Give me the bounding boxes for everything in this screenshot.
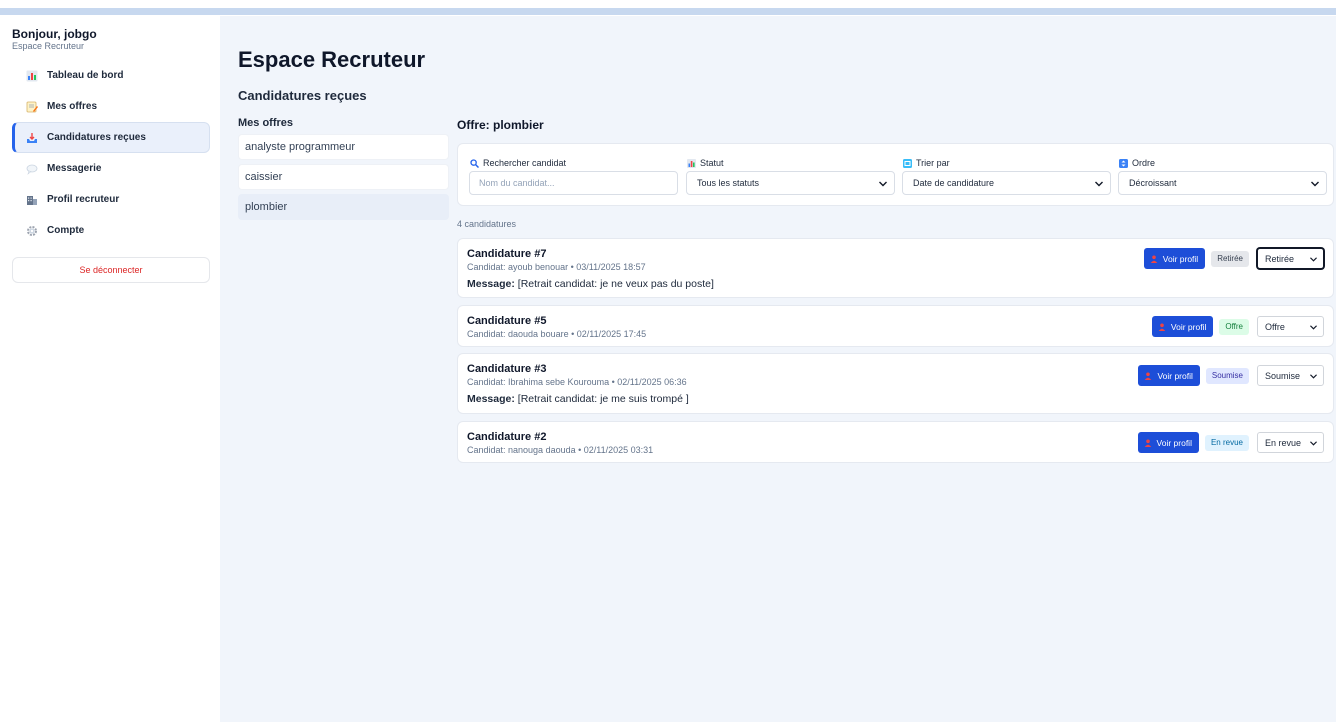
- application-title: Candidature #5: [467, 315, 547, 327]
- application-card: Candidature #7 Candidat: ayoub benouar •…: [457, 238, 1334, 298]
- sidebar-item-offers[interactable]: Mes offres: [12, 91, 210, 122]
- greeting: Bonjour, jobgo: [12, 27, 97, 41]
- application-message: Message: [Retrait candidat: je ne veux p…: [467, 278, 714, 290]
- application-message: Message: [Retrait candidat: je me suis t…: [467, 393, 689, 405]
- chevron-down-icon: [879, 181, 887, 187]
- application-actions: Voir profil Retirée Retirée: [1143, 248, 1324, 269]
- offer-item-plombier[interactable]: plombier: [238, 194, 449, 220]
- view-profile-button[interactable]: Voir profil: [1151, 316, 1214, 337]
- application-card: Candidature #2 Candidat: nanouga daouda …: [457, 421, 1334, 463]
- order-select[interactable]: Décroissant: [1118, 171, 1327, 195]
- status-badge: Soumise: [1205, 367, 1249, 384]
- top-bar: [0, 0, 1336, 16]
- page-title: Espace Recruteur: [238, 47, 426, 72]
- sidebar-item-label: Messagerie: [47, 163, 102, 174]
- sort-icon: [903, 158, 912, 168]
- user-icon: [1145, 372, 1152, 380]
- application-card: Candidature #3 Candidat: Ibrahima sebe K…: [457, 353, 1334, 414]
- greeting-subtitle: Espace Recruteur: [12, 41, 85, 51]
- view-profile-button[interactable]: Voir profil: [1138, 365, 1200, 386]
- application-title: Candidature #7: [467, 248, 547, 260]
- building-icon: [26, 194, 38, 206]
- chevron-down-icon: [1311, 181, 1319, 187]
- status-dropdown[interactable]: Retirée: [1257, 248, 1324, 269]
- sidebar-item-recruiter-profile[interactable]: Profil recruteur: [12, 184, 210, 215]
- sidebar: Bonjour, jobgo Espace Recruteur Tableau …: [0, 16, 220, 722]
- sidebar-nav: Tableau de bord Mes offres Candidatures …: [12, 60, 210, 246]
- order-label: Ordre: [1119, 158, 1155, 168]
- sort-select[interactable]: Date de candidature: [902, 171, 1111, 195]
- gear-icon: [26, 225, 38, 237]
- sidebar-item-label: Tableau de bord: [47, 70, 124, 81]
- bar-chart-icon: [687, 158, 696, 168]
- application-meta: Candidat: daouda bouare • 02/11/2025 17:…: [467, 329, 647, 339]
- user-icon: [1144, 439, 1151, 447]
- status-dropdown[interactable]: En revue: [1257, 432, 1324, 453]
- speech-bubble-icon: [26, 163, 38, 175]
- status-dropdown[interactable]: Offre: [1257, 316, 1324, 337]
- chevron-down-icon: [1310, 257, 1317, 262]
- sort-label: Trier par: [903, 158, 950, 168]
- main-content: Espace Recruteur Candidatures reçues Mes…: [220, 16, 1336, 722]
- sidebar-item-label: Mes offres: [47, 101, 98, 112]
- application-actions: Voir profil Soumise Soumise: [1138, 365, 1324, 386]
- offer-item-analyste-programmeur[interactable]: analyste programmeur: [238, 134, 449, 160]
- filters-panel: Rechercher candidat Statut Tous les stat…: [457, 143, 1334, 206]
- sidebar-item-label: Compte: [47, 225, 85, 236]
- status-select[interactable]: Tous les statuts: [686, 171, 895, 195]
- memo-icon: [26, 101, 38, 113]
- up-down-arrow-icon: [1119, 158, 1128, 168]
- applications-count: 4 candidatures: [457, 219, 517, 229]
- chevron-down-icon: [1095, 181, 1103, 187]
- sidebar-item-applications[interactable]: Candidatures reçues: [12, 122, 210, 153]
- application-meta: Candidat: Ibrahima sebe Kourouma • 02/11…: [467, 377, 687, 387]
- view-profile-button[interactable]: Voir profil: [1137, 432, 1199, 453]
- sidebar-item-label: Candidatures reçues: [47, 132, 146, 143]
- application-title: Candidature #3: [467, 363, 547, 375]
- status-badge: En revue: [1204, 434, 1249, 451]
- status-badge: Offre: [1219, 318, 1249, 335]
- application-actions: Voir profil Offre Offre: [1151, 316, 1324, 337]
- section-title: Candidatures reçues: [238, 88, 367, 103]
- sidebar-item-label: Profil recruteur: [47, 194, 120, 205]
- search-input[interactable]: [469, 171, 678, 195]
- sidebar-item-dashboard[interactable]: Tableau de bord: [12, 60, 210, 91]
- sidebar-item-account[interactable]: Compte: [12, 215, 210, 246]
- status-badge: Retirée: [1211, 250, 1249, 267]
- chevron-down-icon: [1310, 441, 1317, 446]
- offer-item-caissier[interactable]: caissier: [238, 164, 449, 190]
- application-meta: Candidat: ayoub benouar • 03/11/2025 18:…: [467, 262, 646, 272]
- view-profile-button[interactable]: Voir profil: [1143, 248, 1206, 269]
- status-label: Statut: [687, 158, 724, 168]
- chevron-down-icon: [1310, 374, 1317, 379]
- sidebar-item-messages[interactable]: Messagerie: [12, 153, 210, 184]
- chevron-down-icon: [1310, 325, 1317, 330]
- search-label: Rechercher candidat: [470, 158, 566, 168]
- application-card: Candidature #5 Candidat: daouda bouare •…: [457, 305, 1334, 347]
- bar-chart-icon: [26, 70, 38, 82]
- user-icon: [1158, 323, 1166, 331]
- user-icon: [1150, 255, 1157, 263]
- status-dropdown[interactable]: Soumise: [1257, 365, 1324, 386]
- application-meta: Candidat: nanouga daouda • 02/11/2025 03…: [467, 445, 654, 455]
- selected-offer-title: Offre: plombier: [457, 118, 544, 132]
- magnifier-icon: [470, 158, 479, 168]
- inbox-tray-icon: [26, 132, 38, 144]
- application-title: Candidature #2: [467, 431, 547, 443]
- offers-list-title: Mes offres: [238, 117, 294, 129]
- logout-button[interactable]: Se déconnecter: [12, 257, 210, 283]
- application-actions: Voir profil En revue En revue: [1137, 432, 1324, 453]
